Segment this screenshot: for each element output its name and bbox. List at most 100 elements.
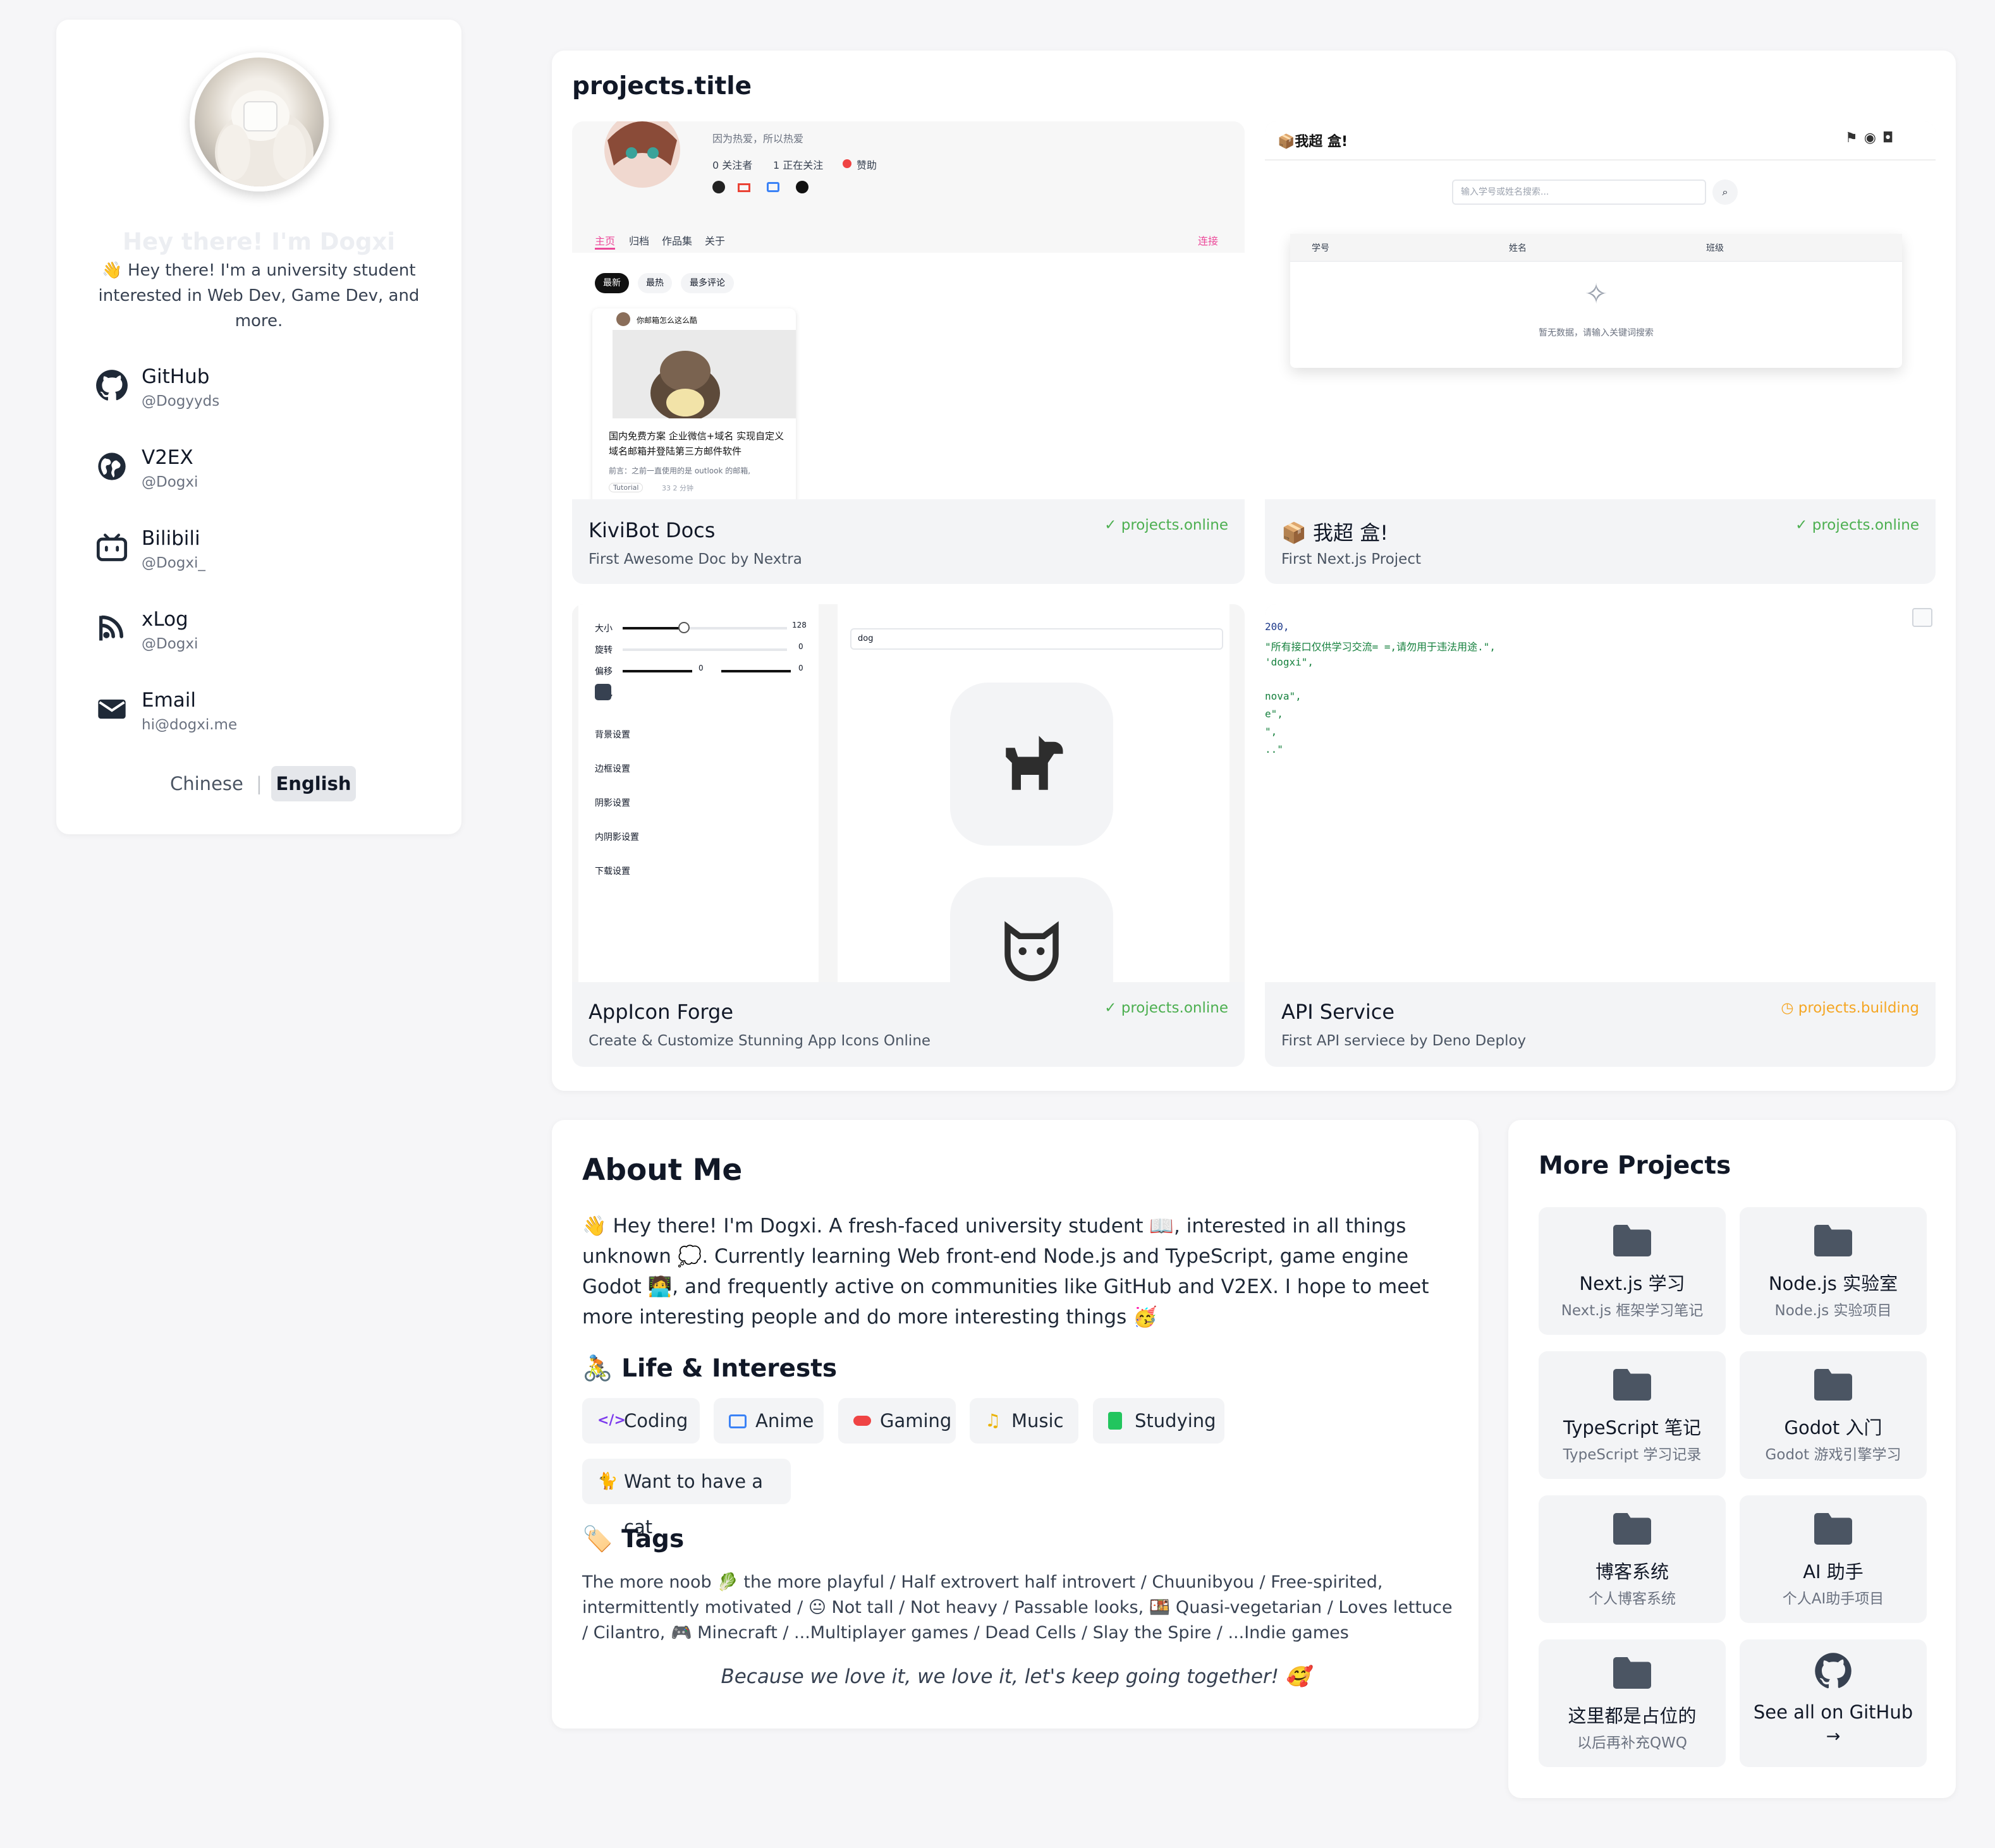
social-xlog[interactable]: xLog @Dogxi [95,608,424,671]
project-card-wochaohe[interactable]: 📦我超 盒! ⚑◉◘ 输入学号或姓名搜索... ⌕ 学号 姓名 班级 ✧ 暂无数… [1265,121,1936,584]
check-icon: ✓ [1104,1000,1121,1016]
tab-underline [595,248,615,250]
folder-icon [1613,1657,1651,1689]
setting-value: 0 [798,642,803,651]
status-text: projects.online [1812,517,1919,533]
more-project-sub: 个人博客系统 [1589,1591,1676,1607]
more-project-title: 博客系统 [1595,1561,1669,1583]
tags-title: 🏷️ Tags [582,1525,685,1553]
interest-label: Studying [1135,1410,1216,1432]
lang-separator: | [256,773,262,794]
github-icon [1815,1653,1852,1689]
rss-icon [99,615,123,641]
see-all-github-button[interactable]: See all on GitHub → [1740,1639,1927,1767]
more-project-item[interactable]: Node.js 实验室 Node.js 实验项目 [1740,1207,1927,1335]
social-bilibili[interactable]: Bilibili @Dogxi_ [95,527,424,590]
project-status: ◷ projects.building [1781,1000,1919,1016]
husky-icon [1004,921,1059,982]
code-line: "所有接口仅供学习交流= =,请勿用于违法用途.", [1265,641,1496,653]
section-label: 背景设置 [595,730,630,740]
more-project-title: TypeScript 笔记 [1563,1417,1701,1438]
shot-motto: 因为热爱，所以热爱 [712,133,804,145]
interest-label: Gaming [880,1410,952,1432]
steam-icon [796,181,808,193]
folder-icon [1814,1369,1852,1401]
project-card-kivibot[interactable]: 因为热爱，所以热爱 0 关注者 1 正在关注 赞助 主页 归档 作品集 关于 连… [572,121,1245,584]
folder-icon [1814,1513,1852,1545]
post-tag: Tutorial [609,483,644,492]
project-card-api-service[interactable]: 200, "所有接口仅供学习交流= =,请勿用于违法用途.", 'dogxi",… [1265,604,1936,1067]
social-name: xLog [142,608,188,631]
more-project-item[interactable]: 这里都是占位的 以后再补充QWQ [1539,1639,1726,1767]
interest-label: Music [1011,1410,1064,1432]
shot-tab-active: 主页 [595,235,616,247]
more-project-sub: Godot 游戏引擎学习 [1765,1447,1901,1463]
lang-english[interactable]: English [271,766,356,801]
check-icon: ✓ [1104,517,1121,533]
folder-icon [1613,1225,1651,1256]
profile-name: Hey there! I'm Dogxi [123,228,395,255]
code-line: 200, [1265,621,1290,633]
interest-music: ♫ Music [970,1398,1078,1444]
setting-label: 大小 [595,624,613,634]
social-name: Bilibili [142,527,200,550]
music-icon: ♫ [985,1410,1001,1431]
life-title: 🚴 Life & Interests [582,1354,838,1383]
lang-chinese[interactable]: Chinese [170,766,243,801]
project-screenshot: 📦我超 盒! ⚑◉◘ 输入学号或姓名搜索... ⌕ 学号 姓名 班级 ✧ 暂无数… [1265,121,1936,499]
more-project-item[interactable]: Godot 入门 Godot 游戏引擎学习 [1740,1351,1927,1479]
more-project-item[interactable]: AI 助手 个人AI助手项目 [1740,1495,1927,1623]
social-v2ex[interactable]: V2EX @Dogxi [95,446,424,509]
social-handle: @Dogyyds [142,393,220,410]
interest-label: Coding [624,1410,688,1432]
setting-value: 0 [699,664,704,672]
project-status: ✓ projects.online [1104,517,1228,533]
shot-empty: 暂无数据，请输入关键词搜索 [1539,328,1654,338]
more-project-sub: TypeScript 学习记录 [1563,1447,1702,1463]
setting-value: 128 [792,621,807,629]
globe-icon [98,453,126,480]
arrow-right-icon: → [1826,1727,1841,1746]
post-title: 国内免费方案 企业微信+域名 实现自定义域名邮箱并登陆第三方邮件软件 [609,430,784,457]
social-name: Email [142,689,197,712]
project-status: ✓ projects.online [1795,517,1919,533]
about-quote: Because we love it, we love it, let's ke… [721,1665,1310,1688]
project-desc: First Awesome Doc by Nextra [589,551,802,568]
avatar [190,52,329,191]
project-desc: First Next.js Project [1281,551,1421,568]
shot-link: 连接 [1198,235,1219,247]
social-github[interactable]: GitHub @Dogyyds [95,365,424,429]
github-icon [96,370,128,401]
code-line: .." [1265,743,1283,755]
shot-search-input: 输入学号或姓名搜索... [1452,179,1706,205]
social-name: GitHub [142,365,210,388]
size-slider [623,627,787,629]
gamepad-icon [853,1416,871,1426]
shot-col: 学号 [1312,243,1329,253]
more-project-sub: Next.js 框架学习笔记 [1561,1303,1704,1319]
profile-card: Hey there! I'm Dogxi 👋 Hey there! I'm a … [56,20,461,834]
more-project-item[interactable]: Next.js 学习 Next.js 框架学习笔记 [1539,1207,1726,1335]
shot-header-icons: ⚑◉◘ [1845,130,1900,146]
social-email[interactable]: Email hi@dogxi.me [95,689,424,752]
project-card-appicon-forge[interactable]: 大小 旋转 偏移 颜色 128 0 0 0 背景设置 边框设置 阴影设置 内阴影… [572,604,1245,1067]
about-paragraph: 👋 Hey there! I'm Dogxi. A fresh-faced un… [582,1215,1429,1328]
filter-chip: 最多评论 [681,273,734,293]
post-card: 你邮箱怎么这么酷 国内免费方案 企业微信+域名 实现自定义域名邮箱并登陆第三方邮… [592,308,796,499]
interest-coding: </> Coding [582,1398,700,1444]
project-desc: First API serviece by Deno Deploy [1281,1033,1527,1049]
more-project-item[interactable]: 博客系统 个人博客系统 [1539,1495,1726,1623]
more-title: More Projects [1539,1152,1731,1180]
shot-icon-search: dog [850,628,1223,650]
shot-tab: 归档 [629,235,650,247]
more-project-item[interactable]: TypeScript 笔记 TypeScript 学习记录 [1539,1351,1726,1479]
shot-col: 姓名 [1509,243,1527,253]
section-label: 阴影设置 [595,798,630,808]
more-project-sub: 以后再补充QWQ [1577,1735,1687,1751]
sparkle-icon: ✧ [1584,278,1608,310]
more-project-title: Node.js 实验室 [1768,1273,1898,1294]
cat-icon: 🐈 [597,1472,618,1491]
dog-icon [1006,736,1063,790]
interest-gaming: Gaming [838,1398,956,1444]
interest-cat: 🐈 Want to have a cat [582,1459,791,1538]
